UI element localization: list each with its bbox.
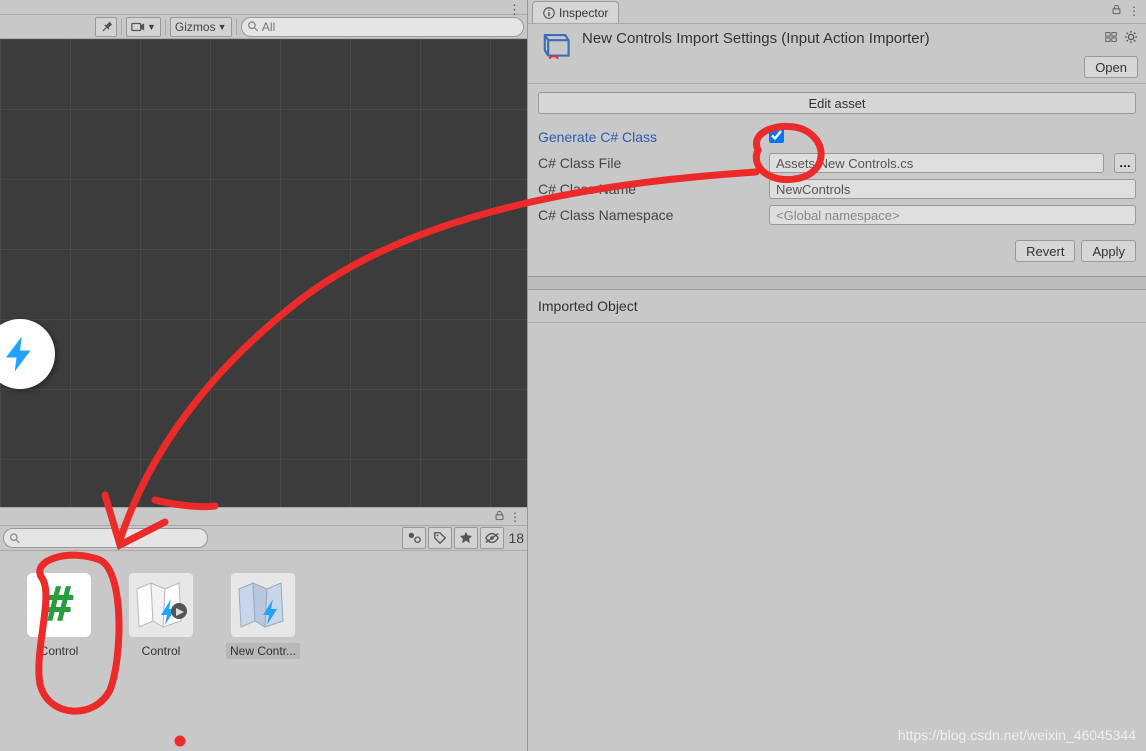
scene-search[interactable] [241, 17, 524, 37]
asset-item-csharp[interactable]: # Control [20, 573, 98, 729]
project-toolbar: 18 [0, 525, 527, 551]
inputaction-asset-icon [538, 30, 572, 64]
caret-down-icon: ▼ [218, 22, 227, 32]
info-icon [543, 7, 555, 19]
panel-menu-icon[interactable]: ⋮ [508, 2, 521, 18]
browse-button[interactable]: … [1114, 153, 1136, 173]
inspector-header: New Controls Import Settings (Input Acti… [528, 24, 1146, 84]
tab-label: Inspector [559, 6, 608, 20]
generate-class-label[interactable]: Generate C# Class [538, 129, 763, 145]
gizmos-dropdown[interactable]: Gizmos ▼ [170, 17, 232, 37]
asset-label: New Contr... [226, 643, 300, 659]
filter-by-type-button[interactable] [402, 527, 426, 549]
preset-icon[interactable] [1104, 30, 1118, 47]
project-search[interactable] [3, 528, 208, 548]
hidden-toggle-button[interactable] [480, 527, 504, 549]
hidden-count: 18 [508, 530, 524, 546]
tab-inspector[interactable]: Inspector [532, 1, 619, 23]
scene-search-input[interactable] [262, 20, 517, 34]
caret-down-icon: ▼ [147, 22, 156, 32]
asset-item-inputaction[interactable]: New Contr... [224, 573, 302, 729]
imported-object-label: Imported Object [528, 290, 1146, 323]
camera-dropdown[interactable]: ▼ [126, 17, 161, 37]
gizmos-label: Gizmos [175, 20, 216, 34]
inspector-body: Edit asset Generate C# Class C# Class Fi… [528, 84, 1146, 276]
gear-icon[interactable] [1124, 30, 1138, 47]
edit-asset-button[interactable]: Edit asset [538, 92, 1136, 114]
apply-button[interactable]: Apply [1081, 240, 1136, 262]
class-name-label: C# Class Name [538, 181, 763, 197]
inputaction-icon [129, 573, 193, 637]
scene-panel-footer: ⋮ [0, 507, 527, 525]
inspector-title: New Controls Import Settings (Input Acti… [582, 30, 1136, 47]
section-separator [528, 276, 1146, 290]
search-icon [10, 533, 20, 544]
inspector-tabbar: Inspector ⋮ [528, 0, 1146, 24]
csharp-script-icon: # [27, 573, 91, 637]
asset-label: Control [36, 643, 83, 659]
favorites-button[interactable] [454, 527, 478, 549]
generate-class-checkbox[interactable] [769, 128, 784, 143]
scene-toolbar: ▼ Gizmos ▼ [0, 15, 527, 39]
tools-button[interactable] [95, 17, 117, 37]
asset-item-inputaction[interactable]: Control [122, 573, 200, 729]
revert-button[interactable]: Revert [1015, 240, 1075, 262]
project-search-input[interactable] [24, 531, 201, 545]
search-icon [248, 21, 258, 32]
class-namespace-input[interactable] [769, 205, 1136, 225]
class-file-label: C# Class File [538, 155, 763, 171]
filter-by-label-button[interactable] [428, 527, 452, 549]
scene-viewport[interactable] [0, 39, 527, 507]
lock-icon[interactable] [494, 510, 505, 524]
inputaction-icon [231, 573, 295, 637]
class-namespace-label: C# Class Namespace [538, 207, 763, 223]
scene-panel-header: ⋮ [0, 0, 527, 15]
class-file-input[interactable] [769, 153, 1104, 173]
panel-menu-icon[interactable]: ⋮ [509, 510, 521, 524]
class-name-input[interactable] [769, 179, 1136, 199]
panel-menu-icon[interactable]: ⋮ [1128, 4, 1140, 18]
asset-label: Control [138, 643, 185, 659]
lock-icon[interactable] [1111, 4, 1122, 18]
imported-object-body [528, 323, 1146, 751]
open-button[interactable]: Open [1084, 56, 1138, 78]
asset-grid: # Control Control [0, 551, 527, 751]
